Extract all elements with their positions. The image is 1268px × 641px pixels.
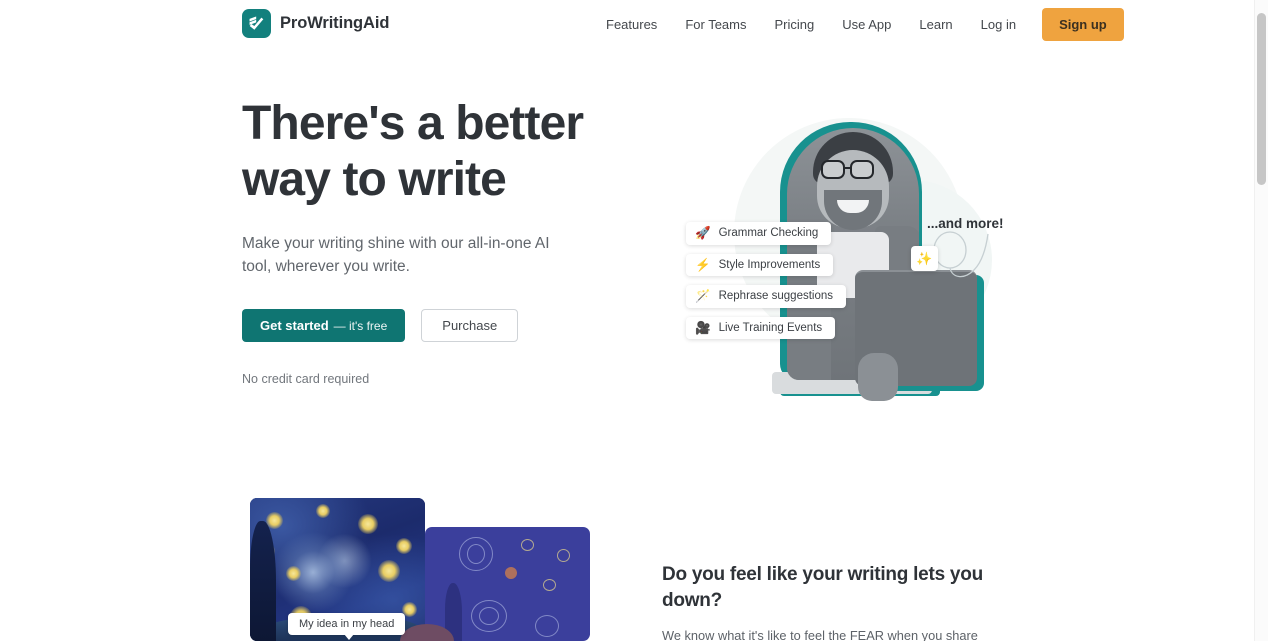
feature-chip-live-training-events[interactable]: 🎥 Live Training Events [686,316,836,339]
rocket-icon: 🚀 [695,226,711,240]
nav-item-features[interactable]: Features [600,11,671,38]
hero-copy: There's a better way to write Make your … [242,96,622,386]
glasses-bridge [845,167,850,170]
scrollbar-thumb[interactable] [1257,13,1266,185]
scroll-up-arrow-icon[interactable] [1255,0,1268,13]
nav-item-for-teams[interactable]: For Teams [671,11,760,38]
feature-chip-label: Grammar Checking [718,227,819,240]
hero-title: There's a better way to write [242,97,584,206]
hero-subtitle: Make your writing shine with our all-in-… [242,235,550,275]
sketch-star [543,579,556,591]
book-check-logo-icon [242,9,271,38]
nav-item-pricing[interactable]: Pricing [760,11,828,38]
nav-item-log-in[interactable]: Log in [967,11,1030,38]
purchase-button[interactable]: Purchase [421,309,519,342]
idea-comparison-art: My idea in my head [250,498,590,641]
sketch-swirl [535,615,559,637]
writing-lets-you-down-section: My idea in my head Do you feel like your… [0,478,1254,641]
star [286,566,301,581]
nav-item-learn[interactable]: Learn [905,11,966,38]
page-scrollbar[interactable] [1254,0,1268,641]
balloon-doodle-icon [933,231,989,278]
feature-chip-label: Live Training Events [718,321,823,334]
sketch-swirl [479,607,499,625]
sign-up-button[interactable]: Sign up [1042,7,1124,41]
nav-item-use-app[interactable]: Use App [828,11,905,38]
get-started-button[interactable]: Get started — it's free [242,309,406,342]
star [378,560,400,582]
magic-wand-icon: 🪄 [695,289,711,303]
cypress-tree [250,521,276,641]
section-two-body: We know what it's like to feel the FEAR … [662,628,978,641]
browser-page: ProWritingAid Features For Teams Pricing… [0,0,1268,641]
glasses-left-lens [821,160,845,179]
sketch-star [557,549,570,562]
idea-caption-bubble: My idea in my head [288,613,406,640]
lightning-bolt-icon: ⚡ [695,257,711,272]
sparkle-icon-chip: ✨ [911,246,938,271]
and-more-label: ...and more! [927,216,1004,231]
section-two-copy: Do you feel like your writing lets you d… [662,562,1012,641]
hero-section: There's a better way to write Make your … [0,48,1254,478]
get-started-label: Get started [260,318,329,333]
feature-chip-rephrase-suggestions[interactable]: 🪄 Rephrase suggestions [686,285,847,308]
page-viewport: ProWritingAid Features For Teams Pricing… [0,0,1254,641]
starry-night-card: My idea in my head [250,498,425,641]
sketch-sun [505,567,517,579]
star [358,514,378,534]
brand-logo-link[interactable]: ProWritingAid [242,9,389,38]
get-started-sublabel: — it's free [333,318,388,333]
video-camera-icon: 🎥 [695,320,711,335]
site-header: ProWritingAid Features For Teams Pricing… [0,0,1254,48]
no-credit-card-note: No credit card required [242,372,370,386]
feature-chip-grammar-checking[interactable]: 🚀 Grammar Checking [686,222,832,245]
feature-chip-list: 🚀 Grammar Checking ⚡ Style Improvements … [686,222,847,339]
sparkle-icon: ✨ [916,250,933,266]
feature-chip-label: Style Improvements [718,258,821,271]
hero-actions: Get started — it's free Purchase [242,309,622,342]
scroll-down-arrow-icon[interactable] [1255,185,1268,198]
hand [858,353,898,401]
sketch-swirl [467,544,485,564]
feature-chip-style-improvements[interactable]: ⚡ Style Improvements [686,253,834,276]
star [396,538,412,554]
star [316,504,330,518]
glasses-right-lens [850,160,874,179]
main-navigation: Features For Teams Pricing Use App Learn… [600,0,1124,48]
section-two-title: Do you feel like your writing lets you d… [662,564,983,611]
brand-name: ProWritingAid [280,14,390,32]
sketch-star [521,539,534,551]
feature-chip-label: Rephrase suggestions [718,290,834,303]
hero-illustration: ...and more! ✨ 🚀 Grammar Checking ⚡ Styl… [662,110,1022,440]
sketch-version-card [425,527,590,641]
